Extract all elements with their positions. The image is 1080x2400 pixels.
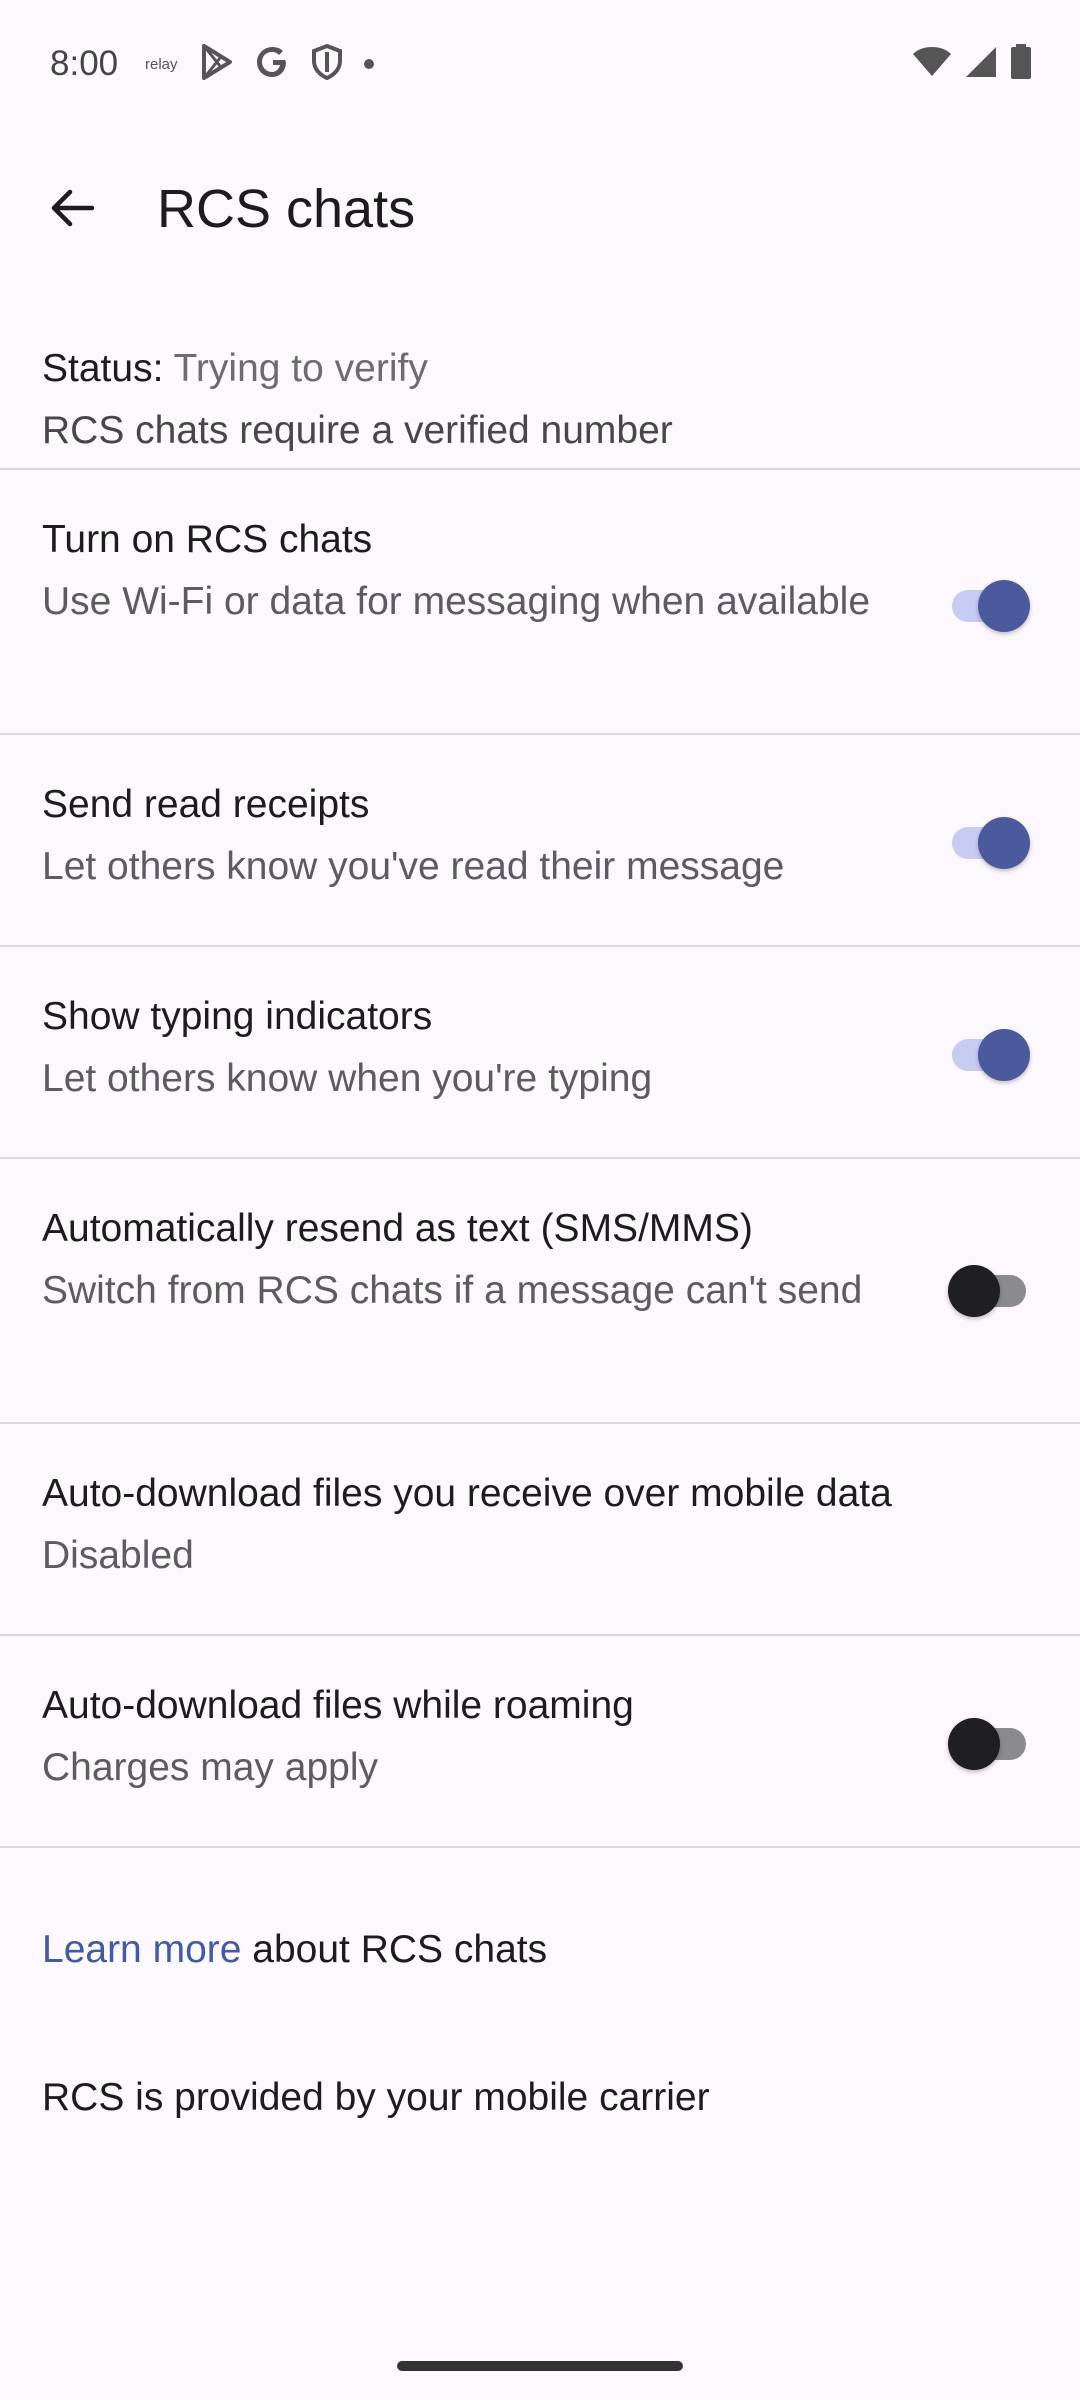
setting-auto-resend[interactable]: Automatically resend as text (SMS/MMS) S…	[0, 1159, 1080, 1424]
read-receipts-toggle[interactable]	[952, 817, 1030, 869]
app-bar: RCS chats	[0, 150, 1080, 270]
back-button[interactable]	[34, 172, 110, 248]
setting-turn-on-rcs[interactable]: Turn on RCS chats Use Wi-Fi or data for …	[0, 470, 1080, 735]
typing-indicators-toggle[interactable]	[952, 1029, 1030, 1081]
setting-read-receipts[interactable]: Send read receipts Let others know you'v…	[0, 735, 1080, 947]
settings-list: Status: Trying to verify RCS chats requi…	[0, 320, 1080, 1848]
home-indicator[interactable]	[397, 2361, 683, 2371]
status-label: Status:	[42, 347, 164, 390]
setting-title: Turn on RCS chats	[42, 518, 373, 561]
setting-title: Automatically resend as text (SMS/MMS)	[42, 1207, 753, 1250]
status-description: RCS chats require a verified number	[42, 409, 673, 452]
battery-icon	[1010, 43, 1032, 85]
learn-more-link[interactable]: Learn more	[42, 1928, 241, 1971]
wifi-icon	[912, 46, 952, 83]
amazon-relay-icon: relay	[145, 55, 178, 73]
page-title: RCS chats	[157, 179, 416, 239]
setting-subtitle: Charges may apply	[42, 1746, 378, 1789]
toggle-thumb	[978, 580, 1030, 632]
google-icon	[256, 44, 290, 85]
status-time: 8:00	[50, 44, 119, 83]
shield-icon	[311, 43, 342, 85]
setting-subtitle: Use Wi-Fi or data for messaging when ava…	[42, 580, 871, 623]
toggle-thumb	[948, 1718, 1000, 1770]
auto-download-roaming-toggle[interactable]	[948, 1718, 1026, 1770]
setting-title: Show typing indicators	[42, 995, 433, 1038]
setting-auto-download-roaming[interactable]: Auto-download files while roaming Charge…	[0, 1636, 1080, 1848]
learn-more-text: about RCS chats	[241, 1928, 548, 1971]
status-value: Trying to verify	[173, 347, 428, 390]
toggle-thumb	[978, 1029, 1030, 1081]
arrow-back-icon	[50, 186, 95, 235]
setting-auto-download-mobile-data[interactable]: Auto-download files you receive over mob…	[0, 1424, 1080, 1636]
auto-resend-toggle[interactable]	[948, 1265, 1026, 1317]
setting-title: Auto-download files you receive over mob…	[42, 1472, 892, 1515]
system-icons	[912, 43, 1032, 85]
setting-title: Auto-download files while roaming	[42, 1684, 634, 1727]
setting-subtitle: Let others know you've read their messag…	[42, 845, 785, 888]
carrier-note: RCS is provided by your mobile carrier	[42, 2076, 710, 2119]
setting-title: Send read receipts	[42, 783, 370, 826]
status-line: Status: Trying to verify	[42, 340, 1038, 398]
setting-subtitle: Switch from RCS chats if a message can't…	[42, 1269, 863, 1312]
turn-on-rcs-toggle[interactable]	[952, 580, 1030, 632]
setting-subtitle: Let others know when you're typing	[42, 1057, 653, 1100]
rcs-status: Status: Trying to verify RCS chats requi…	[0, 320, 1080, 470]
toggle-thumb	[948, 1265, 1000, 1317]
dot-icon	[363, 59, 374, 69]
play-store-icon	[200, 43, 234, 85]
status-bar: 8:00 relay	[0, 0, 1080, 130]
setting-typing-indicators[interactable]: Show typing indicators Let others know w…	[0, 947, 1080, 1159]
signal-icon	[964, 46, 998, 83]
learn-more-line: Learn more about RCS chats	[42, 1928, 547, 1972]
toggle-thumb	[978, 817, 1030, 869]
setting-subtitle: Disabled	[42, 1534, 194, 1577]
notification-icons: relay	[145, 43, 374, 85]
